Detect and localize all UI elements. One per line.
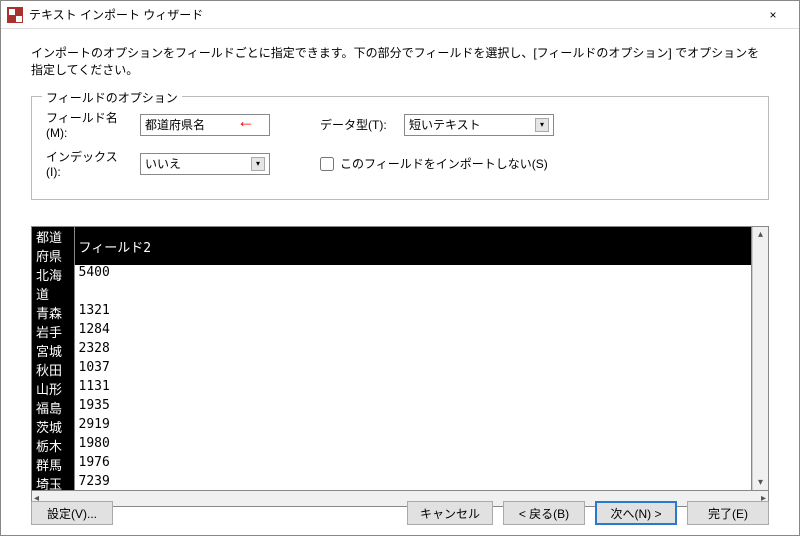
scroll-down-icon[interactable]: ▾ xyxy=(758,475,763,490)
window-title: テキスト インポート ウィザード xyxy=(29,6,203,23)
chevron-down-icon: ▾ xyxy=(535,118,549,132)
table-row[interactable]: 福島1935 xyxy=(32,398,752,417)
wizard-window: テキスト インポート ウィザード × インポートのオプションをフィールドごとに指… xyxy=(0,0,800,536)
table-row[interactable]: 群馬1976 xyxy=(32,455,752,474)
cell-col1: 宮城 xyxy=(32,341,74,360)
cell-col1: 福島 xyxy=(32,398,74,417)
index-label: インデックス(I): xyxy=(46,148,130,179)
cell-col1: 山形 xyxy=(32,379,74,398)
app-icon xyxy=(7,7,23,23)
cell-col2: 1037 xyxy=(74,360,751,379)
table-row[interactable]: 栃木1980 xyxy=(32,436,752,455)
close-icon: × xyxy=(769,8,776,22)
chevron-down-icon: ▾ xyxy=(251,157,265,171)
cell-col2: 1980 xyxy=(74,436,751,455)
field-options-fieldset: フィールドのオプション ← フィールド名(M): データ型(T): 短いテキスト… xyxy=(31,96,769,200)
cell-col2: 1935 xyxy=(74,398,751,417)
scroll-up-icon[interactable]: ▴ xyxy=(758,227,763,242)
data-type-group: データ型(T): 短いテキスト ▾ xyxy=(320,114,554,136)
cell-col1: 群馬 xyxy=(32,455,74,474)
table-row[interactable]: 茨城2919 xyxy=(32,417,752,436)
cell-col1: 岩手 xyxy=(32,322,74,341)
table-row[interactable]: 埼玉7239 xyxy=(32,474,752,490)
field-name-input[interactable] xyxy=(140,114,270,136)
table-row[interactable]: 秋田1037 xyxy=(32,360,752,379)
cancel-button[interactable]: キャンセル xyxy=(407,501,493,525)
instruction-text: インポートのオプションをフィールドごとに指定できます。下の部分でフィールドを選択… xyxy=(31,44,769,78)
content-area: インポートのオプションをフィールドごとに指定できます。下の部分でフィールドを選択… xyxy=(1,29,799,517)
cell-col2: 7239 xyxy=(74,474,751,490)
cell-col2: 1131 xyxy=(74,379,751,398)
column-header[interactable]: 都道府県 xyxy=(32,227,74,265)
cell-col1: 青森 xyxy=(32,303,74,322)
vertical-scrollbar[interactable]: ▴ ▾ xyxy=(752,227,768,490)
index-combo[interactable]: いいえ ▾ xyxy=(140,153,270,175)
skip-field-checkbox[interactable] xyxy=(320,157,334,171)
back-button[interactable]: < 戻る(B) xyxy=(503,501,585,525)
table-row[interactable]: 北海道5400 xyxy=(32,265,752,303)
skip-field-group: このフィールドをインポートしない(S) xyxy=(320,155,548,172)
data-type-combo[interactable]: 短いテキスト ▾ xyxy=(404,114,554,136)
button-group-right: キャンセル < 戻る(B) 次へ(N) > 完了(E) xyxy=(407,501,769,525)
preview-table: 都道府県フィールド2北海道5400青森1321岩手1284宮城2328秋田103… xyxy=(32,227,752,490)
field-name-label: フィールド名(M): xyxy=(46,109,130,140)
cell-col2: 2919 xyxy=(74,417,751,436)
cell-col1: 秋田 xyxy=(32,360,74,379)
titlebar: テキスト インポート ウィザード × xyxy=(1,1,799,29)
preview-table-area: 都道府県フィールド2北海道5400青森1321岩手1284宮城2328秋田103… xyxy=(31,226,769,491)
table-row[interactable]: 山形1131 xyxy=(32,379,752,398)
table-row[interactable]: 青森1321 xyxy=(32,303,752,322)
cell-col2: 1321 xyxy=(74,303,751,322)
cell-col2: 1976 xyxy=(74,455,751,474)
data-type-value: 短いテキスト xyxy=(409,116,481,133)
preview-table-scroll: 都道府県フィールド2北海道5400青森1321岩手1284宮城2328秋田103… xyxy=(32,227,752,490)
cell-col2: 1284 xyxy=(74,322,751,341)
cell-col2: 2328 xyxy=(74,341,751,360)
close-button[interactable]: × xyxy=(753,1,793,29)
row-field-name: フィールド名(M): データ型(T): 短いテキスト ▾ xyxy=(46,109,754,140)
button-bar: 設定(V)... キャンセル < 戻る(B) 次へ(N) > 完了(E) xyxy=(31,501,769,525)
table-row[interactable]: 宮城2328 xyxy=(32,341,752,360)
cell-col1: 茨城 xyxy=(32,417,74,436)
fieldset-legend: フィールドのオプション xyxy=(42,89,182,106)
row-index: インデックス(I): いいえ ▾ このフィールドをインポートしない(S) xyxy=(46,148,754,179)
cell-col1: 北海道 xyxy=(32,265,74,303)
cell-col1: 栃木 xyxy=(32,436,74,455)
data-type-label: データ型(T): xyxy=(320,116,394,133)
index-value: いいえ xyxy=(145,155,181,172)
next-button[interactable]: 次へ(N) > xyxy=(595,501,677,525)
cell-col1: 埼玉 xyxy=(32,474,74,490)
advanced-button[interactable]: 設定(V)... xyxy=(31,501,113,525)
table-row[interactable]: 岩手1284 xyxy=(32,322,752,341)
finish-button[interactable]: 完了(E) xyxy=(687,501,769,525)
cell-col2: 5400 xyxy=(74,265,751,303)
skip-field-label: このフィールドをインポートしない(S) xyxy=(340,155,548,172)
column-header[interactable]: フィールド2 xyxy=(74,227,751,265)
